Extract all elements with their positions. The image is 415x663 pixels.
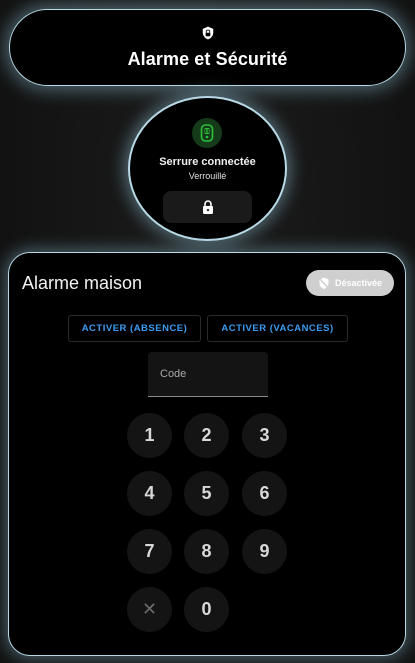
keypad-clear-button[interactable]: ✕ <box>127 587 172 632</box>
smart-lock-card[interactable]: Serrure connectée Verrouillé <box>128 96 287 241</box>
dashboard: Alarme et Sécurité Serrure connectée Ver… <box>0 0 415 663</box>
shield-off-icon <box>318 277 330 290</box>
keypad-key-8[interactable]: 8 <box>184 529 229 574</box>
keypad-key-4[interactable]: 4 <box>127 471 172 516</box>
arm-vacation-button[interactable]: ACTIVER (VACANCES) <box>207 315 348 342</box>
page-title: Alarme et Sécurité <box>127 48 288 69</box>
lock-status-badge <box>192 118 222 148</box>
keypad-key-3[interactable]: 3 <box>242 413 287 458</box>
keypad-key-2[interactable]: 2 <box>184 413 229 458</box>
alarm-title: Alarme maison <box>22 273 143 293</box>
lock-toggle-button[interactable] <box>163 191 252 223</box>
keypad-key-6[interactable]: 6 <box>242 471 287 516</box>
code-field[interactable] <box>148 352 268 397</box>
code-input[interactable] <box>148 352 268 396</box>
security-header-card: Alarme et Sécurité <box>9 9 406 86</box>
alarm-panel-card: Alarme maison Désactivée ACTIVER (ABSENC… <box>8 252 406 656</box>
arm-away-button[interactable]: ACTIVER (ABSENCE) <box>68 315 201 342</box>
keypad-key-1[interactable]: 1 <box>127 413 172 458</box>
alarm-state-badge[interactable]: Désactivée <box>306 270 394 296</box>
keypad-key-9[interactable]: 9 <box>242 529 287 574</box>
keypad-key-7[interactable]: 7 <box>127 529 172 574</box>
lock-state: Verrouillé <box>188 171 227 181</box>
shield-icon <box>202 26 213 39</box>
padlock-icon <box>202 200 213 214</box>
keypad-key-0[interactable]: 0 <box>184 587 229 632</box>
lock-name: Serrure connectée <box>159 156 256 168</box>
smart-lock-icon <box>200 124 214 142</box>
alarm-state-label: Désactivée <box>334 278 383 288</box>
keypad-key-5[interactable]: 5 <box>184 471 229 516</box>
